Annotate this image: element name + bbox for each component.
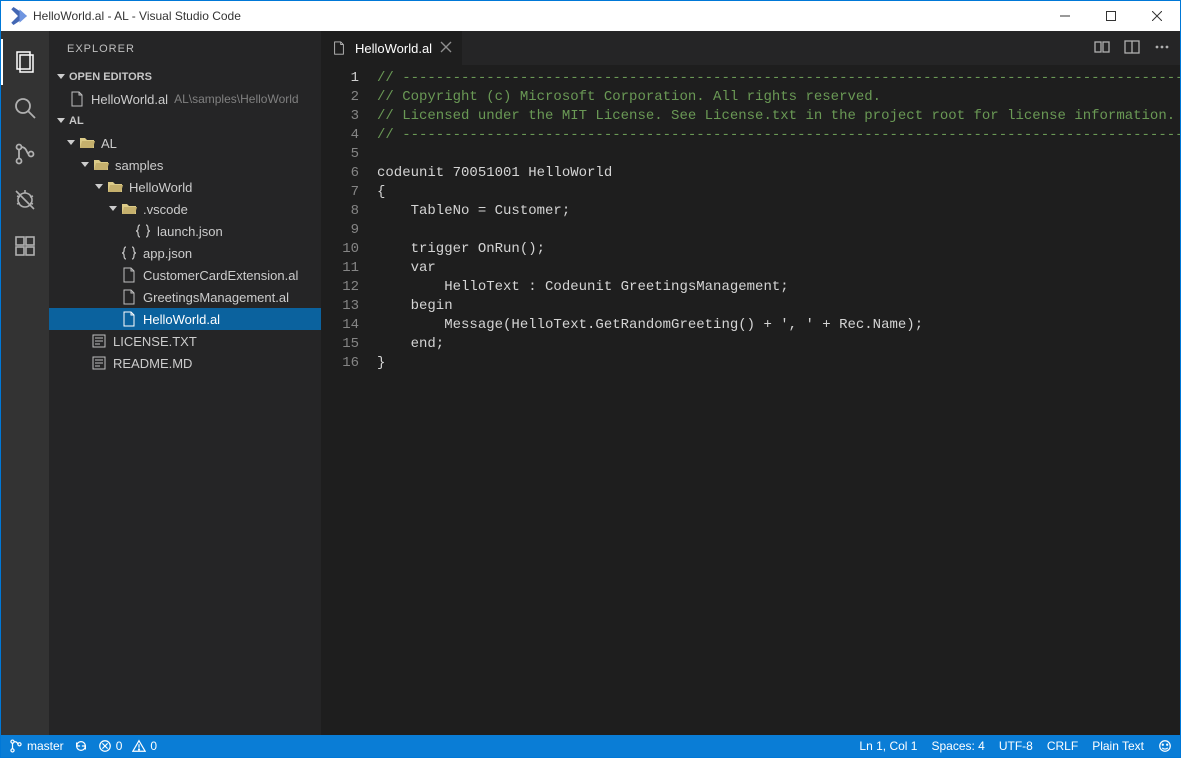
extensions-activity-button[interactable] [1, 223, 49, 269]
statusbar: master 0 0 Ln 1, Col 1 Spaces: 4 UTF-8 C… [1, 735, 1180, 757]
tree-file-readme[interactable]: README.MD [49, 352, 321, 374]
tree-label: HelloWorld [129, 180, 192, 195]
text-file-icon [91, 355, 107, 371]
open-editors-label: OPEN EDITORS [69, 71, 152, 83]
file-icon [331, 40, 347, 56]
editor-tab-active[interactable]: HelloWorld.al [321, 31, 462, 65]
tree-folder-al[interactable]: AL [49, 132, 321, 154]
tree-label: launch.json [157, 224, 223, 239]
chevron-down-icon [91, 182, 107, 192]
chevron-down-icon [63, 138, 79, 148]
tab-title: HelloWorld.al [355, 41, 432, 56]
chevron-down-icon [77, 160, 93, 170]
open-editor-item[interactable]: HelloWorld.al AL\samples\HelloWorld [49, 88, 321, 110]
tree-folder-vscode[interactable]: .vscode [49, 198, 321, 220]
errors-count: 0 [116, 739, 123, 753]
status-eol[interactable]: CRLF [1047, 739, 1078, 753]
tree-folder-helloworld[interactable]: HelloWorld [49, 176, 321, 198]
editor-tab-actions [1094, 31, 1180, 65]
chevron-down-icon [105, 204, 121, 214]
tree-file-app-json[interactable]: app.json [49, 242, 321, 264]
tree-file-greetings[interactable]: GreetingsManagement.al [49, 286, 321, 308]
workspace-header[interactable]: AL [49, 110, 321, 132]
tree-label: .vscode [143, 202, 188, 217]
debug-activity-button[interactable] [1, 177, 49, 223]
status-ln-col[interactable]: Ln 1, Col 1 [859, 739, 917, 753]
editor-area: HelloWorld.al 12345678910111213141516 //… [321, 31, 1180, 735]
folder-open-icon [121, 201, 137, 217]
tree-label: README.MD [113, 356, 192, 371]
open-editors-list: HelloWorld.al AL\samples\HelloWorld [49, 88, 321, 110]
open-editor-name: HelloWorld.al [91, 92, 168, 107]
tree-folder-samples[interactable]: samples [49, 154, 321, 176]
tree-label: AL [101, 136, 117, 151]
tree-label: LICENSE.TXT [113, 334, 197, 349]
tree-label: GreetingsManagement.al [143, 290, 289, 305]
tree-file-launch-json[interactable]: launch.json [49, 220, 321, 242]
tree-file-customer-card[interactable]: CustomerCardExtension.al [49, 264, 321, 286]
file-icon [121, 311, 137, 327]
close-icon[interactable] [440, 41, 452, 56]
text-file-icon [91, 333, 107, 349]
file-icon [121, 267, 137, 283]
vscode-logo-icon [9, 7, 27, 25]
line-number-gutter: 12345678910111213141516 [321, 65, 375, 735]
status-errors[interactable]: 0 [98, 739, 123, 753]
status-encoding[interactable]: UTF-8 [999, 739, 1033, 753]
tree-file-license[interactable]: LICENSE.TXT [49, 330, 321, 352]
sidebar-explorer: EXPLORER OPEN EDITORS HelloWorld.al AL\s… [49, 31, 321, 735]
source-control-activity-button[interactable] [1, 131, 49, 177]
tree-label: samples [115, 158, 163, 173]
status-feedback[interactable] [1158, 739, 1172, 753]
json-file-icon [121, 245, 137, 261]
tree-label: CustomerCardExtension.al [143, 268, 298, 283]
compare-changes-icon[interactable] [1094, 39, 1110, 58]
branch-name: master [27, 739, 64, 753]
status-warnings[interactable]: 0 [132, 739, 157, 753]
titlebar: HelloWorld.al - AL - Visual Studio Code [1, 1, 1180, 31]
editor-tabs: HelloWorld.al [321, 31, 1180, 65]
code-content[interactable]: // -------------------------------------… [375, 65, 1180, 735]
file-icon [121, 289, 137, 305]
warnings-count: 0 [150, 739, 157, 753]
file-tree: AL samples HelloWorld .vscode [49, 132, 321, 735]
folder-open-icon [93, 157, 109, 173]
folder-open-icon [107, 179, 123, 195]
editor-body[interactable]: 12345678910111213141516 // -------------… [321, 65, 1180, 735]
file-icon [69, 91, 85, 107]
window-minimize-button[interactable] [1042, 1, 1088, 31]
tree-label: app.json [143, 246, 192, 261]
tree-label: HelloWorld.al [143, 312, 220, 327]
window-title: HelloWorld.al - AL - Visual Studio Code [33, 9, 1042, 23]
activity-bar [1, 31, 49, 735]
window-close-button[interactable] [1134, 1, 1180, 31]
search-activity-button[interactable] [1, 85, 49, 131]
explorer-title: EXPLORER [49, 31, 321, 66]
tree-file-helloworld-al[interactable]: HelloWorld.al [49, 308, 321, 330]
open-editor-path: AL\samples\HelloWorld [174, 92, 299, 106]
open-editors-header[interactable]: OPEN EDITORS [49, 66, 321, 88]
explorer-activity-button[interactable] [1, 39, 49, 85]
json-file-icon [135, 223, 151, 239]
status-spaces[interactable]: Spaces: 4 [931, 739, 984, 753]
more-actions-icon[interactable] [1154, 39, 1170, 58]
window-maximize-button[interactable] [1088, 1, 1134, 31]
workspace-name-label: AL [69, 115, 84, 127]
status-branch[interactable]: master [9, 739, 64, 753]
status-language[interactable]: Plain Text [1092, 739, 1144, 753]
folder-open-icon [79, 135, 95, 151]
status-sync[interactable] [74, 739, 88, 753]
split-editor-icon[interactable] [1124, 39, 1140, 58]
